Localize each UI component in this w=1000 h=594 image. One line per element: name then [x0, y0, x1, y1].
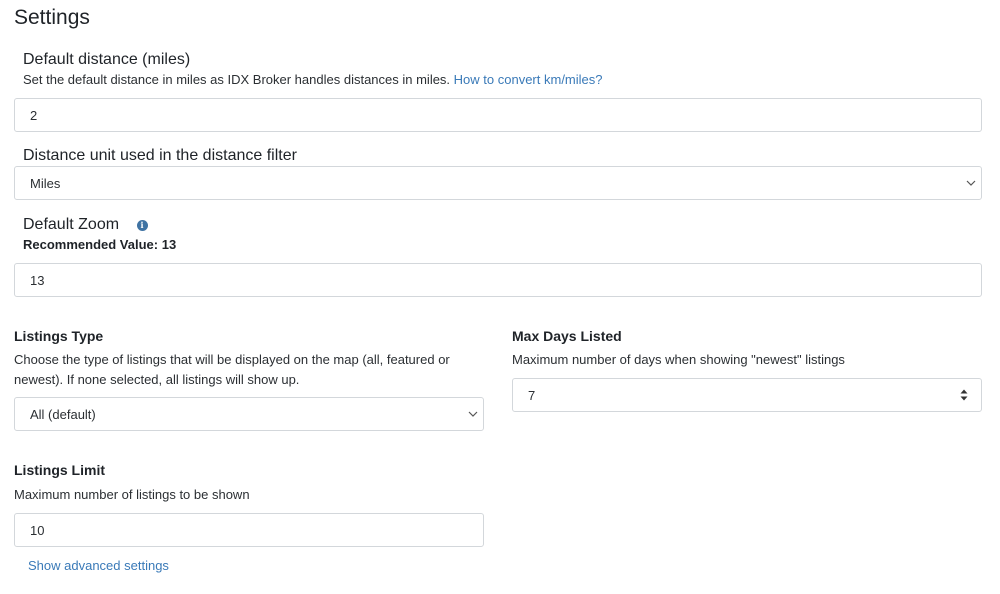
max-days-input[interactable]: 7: [512, 378, 982, 412]
info-icon[interactable]: i: [136, 220, 148, 231]
show-advanced-settings-link[interactable]: Show advanced settings: [28, 558, 169, 573]
default-distance-value: 2: [30, 107, 38, 123]
listings-limit-help: Maximum number of listings to be shown: [14, 487, 250, 502]
default-zoom-heading-row: Default Zoom i: [23, 216, 148, 234]
convert-units-link[interactable]: How to convert km/miles?: [454, 72, 603, 87]
default-zoom-input[interactable]: 13: [14, 263, 982, 297]
recommended-zoom-label: Recommended Value: 13: [23, 237, 177, 252]
max-days-heading: Max Days Listed: [512, 328, 622, 344]
default-distance-help: Set the default distance in miles as IDX…: [23, 70, 603, 90]
chevron-down-icon: [468, 411, 478, 417]
listings-limit-heading: Listings Limit: [14, 462, 105, 478]
listings-type-select[interactable]: All (default): [14, 397, 484, 431]
number-stepper-icon[interactable]: [959, 387, 969, 403]
distance-unit-select[interactable]: Miles: [14, 166, 982, 200]
listings-limit-input[interactable]: 10: [14, 513, 484, 547]
listings-type-heading: Listings Type: [14, 328, 104, 344]
max-days-value: 7: [528, 387, 536, 403]
page-title: Settings: [14, 6, 90, 29]
default-zoom-heading: Default Zoom: [23, 216, 120, 233]
distance-unit-heading: Distance unit used in the distance filte…: [23, 147, 297, 164]
chevron-down-icon: [966, 180, 976, 186]
default-distance-input[interactable]: 2: [14, 98, 982, 132]
listings-limit-value: 10: [30, 522, 45, 538]
default-zoom-value: 13: [30, 272, 45, 288]
listings-type-selected: All (default): [30, 406, 96, 422]
listings-type-help: Choose the type of listings that will be…: [14, 352, 450, 387]
default-distance-heading: Default distance (miles): [23, 51, 191, 68]
max-days-help: Maximum number of days when showing "new…: [512, 352, 845, 367]
default-distance-help-text: Set the default distance in miles as IDX…: [23, 72, 451, 87]
distance-unit-selected: Miles: [30, 175, 61, 191]
